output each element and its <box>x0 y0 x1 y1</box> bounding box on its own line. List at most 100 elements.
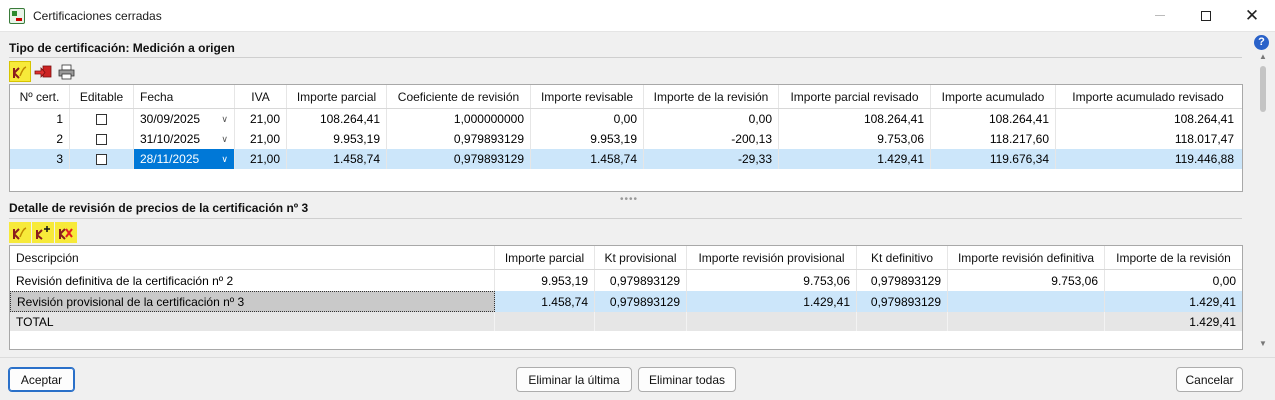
editable-checkbox[interactable] <box>96 133 107 145</box>
divider <box>9 57 1242 58</box>
close-icon: ✕ <box>1244 6 1260 25</box>
scroll-thumb[interactable] <box>1260 66 1266 112</box>
coeficiente-revision: 0,979893129 <box>387 129 531 149</box>
revision-icon <box>13 65 27 79</box>
certifications-table: Nº cert. Editable Fecha IVA Importe parc… <box>9 84 1243 192</box>
acumulado-revisado: 108.264,41 <box>1173 112 1234 126</box>
kt-provisional: 0,979893129 <box>595 291 687 312</box>
app-icon <box>9 8 25 24</box>
delete-all-button[interactable]: Eliminar todas <box>638 367 736 392</box>
coeficiente-revision: 1,000000000 <box>387 109 531 129</box>
detail-title: Detalle de revisión de precios de la cer… <box>9 201 309 215</box>
date-select[interactable]: 30/09/2025 ∨ <box>134 109 235 129</box>
column-header[interactable]: Editable <box>70 85 134 108</box>
importe-parcial: 1.458,74 <box>495 291 595 312</box>
description: Revisión definitiva de la certificación … <box>10 270 495 291</box>
chevron-down-icon: ∨ <box>221 133 228 144</box>
delete-last-button[interactable]: Eliminar la última <box>516 367 632 392</box>
importe-revisable: 1.458,74 <box>531 149 644 169</box>
accept-button[interactable]: Aceptar <box>8 367 75 392</box>
close-button[interactable]: ✕ <box>1229 0 1275 31</box>
panel-splitter[interactable]: •••• <box>620 194 638 205</box>
column-header[interactable]: Importe parcial revisado <box>779 85 931 108</box>
column-header[interactable]: Nº cert. <box>10 85 70 108</box>
divider <box>9 218 1242 219</box>
revision-tool-button[interactable] <box>9 61 31 82</box>
minimize-button[interactable] <box>1137 0 1183 31</box>
certification-type-title: Tipo de certificación: Medición a origen <box>9 41 235 55</box>
table-header: Nº cert. Editable Fecha IVA Importe parc… <box>10 85 1242 109</box>
editable-checkbox[interactable] <box>96 113 107 125</box>
printer-icon <box>58 64 74 79</box>
description: Revisión provisional de la certificación… <box>10 291 495 312</box>
date-select[interactable]: 31/10/2025 ∨ <box>134 129 235 149</box>
kt-definitivo: 0,979893129 <box>857 291 948 312</box>
iva-value: 21,00 <box>235 129 287 149</box>
cancel-button[interactable]: Cancelar <box>1176 367 1243 392</box>
editable-checkbox[interactable] <box>96 153 107 165</box>
table-row-selected[interactable]: 3 28/11/2025 ∨ 21,00 1.458,74 0,979893129… <box>10 149 1242 169</box>
total-label: TOTAL <box>10 312 495 331</box>
divider <box>0 357 1275 358</box>
import-arrow-icon <box>34 65 52 78</box>
maximize-button[interactable] <box>1183 0 1229 31</box>
table-row[interactable]: 1 30/09/2025 ∨ 21,00 108.264,41 1,0000000… <box>10 109 1242 129</box>
column-header[interactable]: Importe acumulado revisado <box>1056 85 1240 108</box>
cert-number: 3 <box>10 149 70 169</box>
revision-detail-button[interactable] <box>9 222 31 243</box>
title-bar: Certificaciones cerradas ✕ <box>0 0 1275 32</box>
column-header[interactable]: Coeficiente de revisión <box>387 85 531 108</box>
importe-parcial: 1.458,74 <box>287 149 387 169</box>
column-header[interactable]: Fecha <box>134 85 235 108</box>
date-value: 30/09/2025 <box>140 112 201 126</box>
coeficiente-revision: 0,979893129 <box>387 149 531 169</box>
import-button[interactable] <box>32 61 54 82</box>
vertical-scrollbar[interactable]: ▲ ▼ <box>1256 52 1270 348</box>
total-importe-revision: 1.429,41 <box>1189 314 1236 329</box>
column-header[interactable]: Importe revisión provisional <box>687 246 857 269</box>
add-revision-button[interactable] <box>32 222 54 243</box>
column-header[interactable]: Importe de la revisión <box>644 85 779 108</box>
table-row[interactable]: 2 31/10/2025 ∨ 21,00 9.953,19 0,979893129… <box>10 129 1242 149</box>
column-header[interactable]: Importe parcial <box>495 246 595 269</box>
revision-add-icon <box>36 225 50 240</box>
parcial-revisado: 1.429,41 <box>779 149 931 169</box>
importe-parcial: 9.953,19 <box>287 129 387 149</box>
table-header: Descripción Importe parcial Kt provision… <box>10 246 1242 270</box>
kt-provisional: 0,979893129 <box>595 270 687 291</box>
total-row: TOTAL 1.429,41 <box>10 312 1242 331</box>
column-header[interactable]: Kt definitivo <box>857 246 948 269</box>
date-value: 28/11/2025 <box>140 152 200 166</box>
print-button[interactable] <box>55 61 77 82</box>
column-header[interactable]: Importe de la revisión <box>1105 246 1242 269</box>
revision-detail-table: Descripción Importe parcial Kt provision… <box>9 245 1243 350</box>
acumulado-revisado: 119.446,88 <box>1174 152 1234 166</box>
acumulado-revisado: 118.017,47 <box>1174 132 1234 146</box>
column-header[interactable]: Importe acumulado <box>931 85 1056 108</box>
chevron-down-icon: ∨ <box>221 153 228 164</box>
column-header[interactable]: Descripción <box>10 246 495 269</box>
minimize-icon <box>1155 15 1165 16</box>
iva-value: 21,00 <box>235 109 287 129</box>
scroll-up-icon[interactable]: ▲ <box>1259 52 1267 61</box>
importe-revision: -200,13 <box>644 129 779 149</box>
column-header[interactable]: IVA <box>235 85 287 108</box>
date-select[interactable]: 28/11/2025 ∨ <box>134 149 235 169</box>
column-header[interactable]: Importe revisión definitiva <box>948 246 1105 269</box>
importe-revision: 0,00 <box>1212 273 1236 288</box>
importe-parcial: 108.264,41 <box>287 109 387 129</box>
column-header[interactable]: Kt provisional <box>595 246 687 269</box>
column-header[interactable]: Importe revisable <box>531 85 644 108</box>
importe-revisable: 0,00 <box>531 109 644 129</box>
importe-parcial: 9.953,19 <box>495 270 595 291</box>
importe-acumulado: 119.676,34 <box>931 149 1056 169</box>
column-header[interactable]: Importe parcial <box>287 85 387 108</box>
table-row-selected[interactable]: Revisión provisional de la certificación… <box>10 291 1242 312</box>
importe-acumulado: 108.264,41 <box>931 109 1056 129</box>
revision-definitiva: 9.753,06 <box>948 270 1105 291</box>
table-row[interactable]: Revisión definitiva de la certificación … <box>10 270 1242 291</box>
importe-revisable: 9.953,19 <box>531 129 644 149</box>
scroll-down-icon[interactable]: ▼ <box>1259 339 1267 348</box>
delete-revision-button[interactable] <box>55 222 77 243</box>
help-icon[interactable]: ? <box>1254 35 1269 50</box>
